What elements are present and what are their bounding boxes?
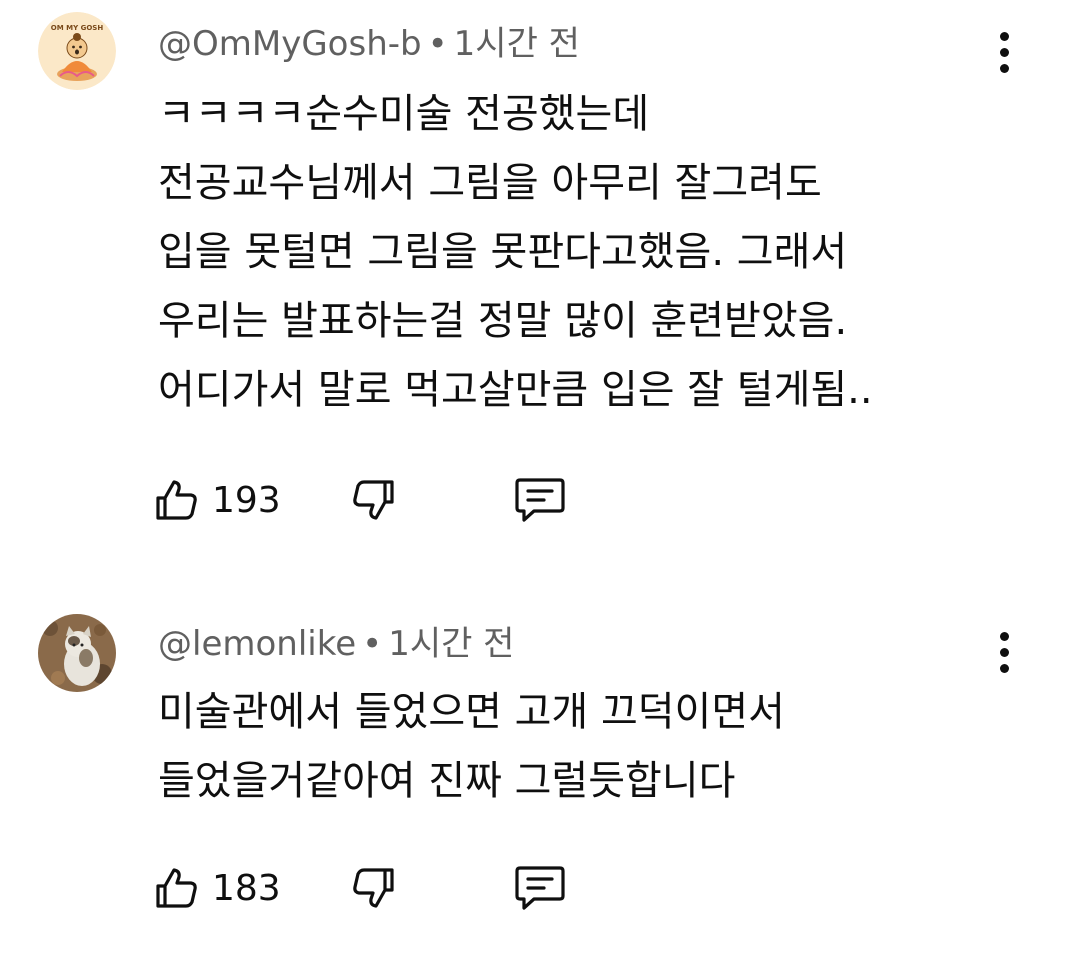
avatar[interactable]: OM MY GOSH: [38, 12, 116, 90]
dislike-button[interactable]: [350, 476, 398, 524]
comment-actions: 183: [152, 858, 568, 918]
thumbs-up-icon: [156, 480, 197, 520]
meta-separator: •: [362, 624, 383, 664]
avatar[interactable]: [38, 614, 116, 692]
thumbs-down-icon: [353, 480, 394, 520]
more-vertical-icon[interactable]: [984, 22, 1024, 82]
comment-actions: 193: [152, 470, 568, 530]
comment-icon: [515, 478, 565, 522]
comment-item: OM MY GOSH @OmMyGosh-b • 1시간 전 ㅋㅋㅋㅋ순수미술 전공…: [0, 0, 1080, 560]
comment-text: ㅋㅋㅋㅋ순수미술 전공했는데 전공교수님께서 그림을 아무리 잘그려도 입을 못…: [158, 91, 873, 413]
more-vertical-icon[interactable]: [984, 622, 1024, 682]
comment-meta: @OmMyGosh-b • 1시간 전: [158, 22, 580, 66]
reply-button[interactable]: [512, 474, 568, 526]
comment-icon: [515, 866, 565, 910]
meta-separator: •: [427, 24, 448, 64]
like-count: 193: [212, 479, 281, 521]
avatar-logo-text: OM MY GOSH: [51, 24, 104, 32]
comment-meta: @lemonlike • 1시간 전: [158, 622, 514, 666]
like-button[interactable]: 183: [152, 864, 312, 912]
comment-time: 1시간 전: [453, 24, 580, 64]
comment-item: @lemonlike • 1시간 전 미술관에서 들었으면 고개 끄덕이면서 들었을…: [0, 600, 1080, 968]
author-name[interactable]: @lemonlike: [158, 624, 356, 664]
like-button[interactable]: 193: [152, 476, 312, 524]
comment-time: 1시간 전: [388, 624, 515, 664]
comment-text: 미술관에서 들었으면 고개 끄덕이면서 들었을거같아여 진짜 그럴듯합니다: [158, 689, 785, 804]
thumbs-down-icon: [353, 868, 394, 908]
author-name[interactable]: @OmMyGosh-b: [158, 24, 422, 64]
reply-button[interactable]: [512, 862, 568, 914]
thumbs-up-icon: [156, 868, 197, 908]
dislike-button[interactable]: [350, 864, 398, 912]
like-count: 183: [212, 867, 281, 909]
